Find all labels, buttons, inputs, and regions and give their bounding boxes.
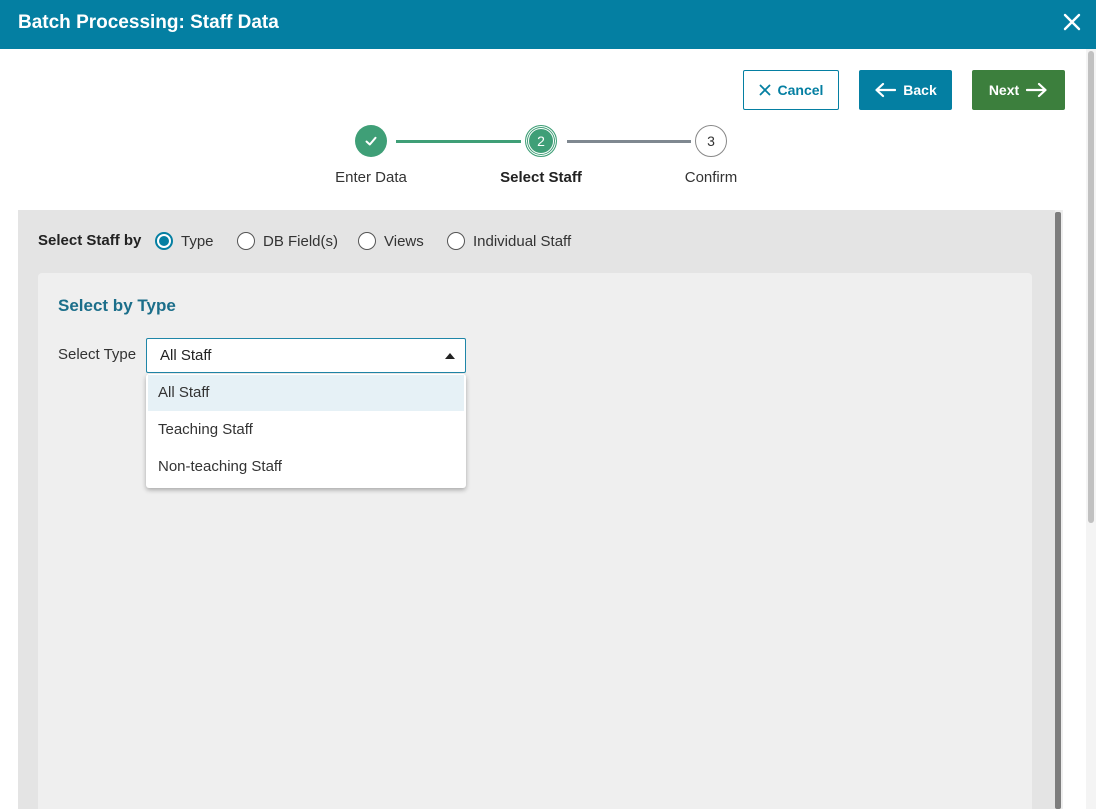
- step-active-indicator: 2: [525, 125, 557, 157]
- step-connector-pending: [567, 140, 691, 143]
- panel-scrollbar-thumb[interactable]: [1055, 212, 1061, 809]
- radio-db-fields[interactable]: DB Field(s): [237, 232, 338, 250]
- step-number: 3: [707, 133, 715, 149]
- select-staff-by-label: Select Staff by: [38, 232, 142, 249]
- radio-label: Type: [181, 232, 214, 250]
- close-icon: [759, 84, 770, 96]
- radio-label: Views: [384, 232, 424, 250]
- radio-type[interactable]: Type: [155, 232, 214, 250]
- window-scrollbar[interactable]: [1086, 49, 1096, 809]
- step-pending-indicator: 3: [695, 125, 727, 157]
- card-title: Select by Type: [58, 296, 176, 315]
- option-all-staff[interactable]: All Staff: [148, 375, 464, 411]
- cancel-label: Cancel: [777, 82, 824, 98]
- title-bar: Batch Processing: Staff Data: [0, 0, 1096, 49]
- check-icon: [365, 136, 377, 146]
- next-button[interactable]: Next: [972, 70, 1065, 110]
- window-title: Batch Processing: Staff Data: [18, 12, 279, 33]
- option-teaching-staff[interactable]: Teaching Staff: [148, 412, 464, 448]
- select-type-label: Select Type: [58, 346, 137, 363]
- radio-unchecked-icon: [358, 232, 376, 250]
- option-non-teaching-staff[interactable]: Non-teaching Staff: [148, 449, 464, 485]
- radio-label: Individual Staff: [473, 232, 572, 250]
- step-label-select-staff: Select Staff: [500, 169, 582, 186]
- radio-views[interactable]: Views: [358, 232, 424, 250]
- next-label: Next: [988, 82, 1020, 98]
- close-icon[interactable]: [1060, 10, 1084, 34]
- step-connector-complete: [396, 140, 521, 143]
- step-label-confirm: Confirm: [684, 169, 738, 186]
- radio-label: DB Field(s): [263, 232, 339, 250]
- radio-checked-icon: [155, 232, 173, 250]
- step-label-enter-data: Enter Data: [335, 169, 407, 186]
- caret-up-icon: [445, 353, 455, 359]
- window-scrollbar-thumb[interactable]: [1088, 51, 1094, 523]
- arrow-left-icon: [875, 82, 897, 98]
- arrow-right-icon: [1026, 82, 1047, 98]
- select-type-value: All Staff: [160, 347, 212, 364]
- back-label: Back: [903, 82, 937, 98]
- step-number: 2: [537, 133, 545, 149]
- step-complete-indicator: [355, 125, 387, 157]
- radio-individual-staff[interactable]: Individual Staff: [447, 232, 571, 250]
- radio-unchecked-icon: [237, 232, 255, 250]
- panel-scrollbar[interactable]: [1055, 210, 1063, 809]
- select-type-menu: All Staff Teaching Staff Non-teaching St…: [146, 374, 466, 488]
- select-type-dropdown[interactable]: All Staff: [146, 338, 466, 373]
- back-button[interactable]: Back: [859, 70, 952, 110]
- radio-unchecked-icon: [447, 232, 465, 250]
- cancel-button[interactable]: Cancel: [743, 70, 839, 110]
